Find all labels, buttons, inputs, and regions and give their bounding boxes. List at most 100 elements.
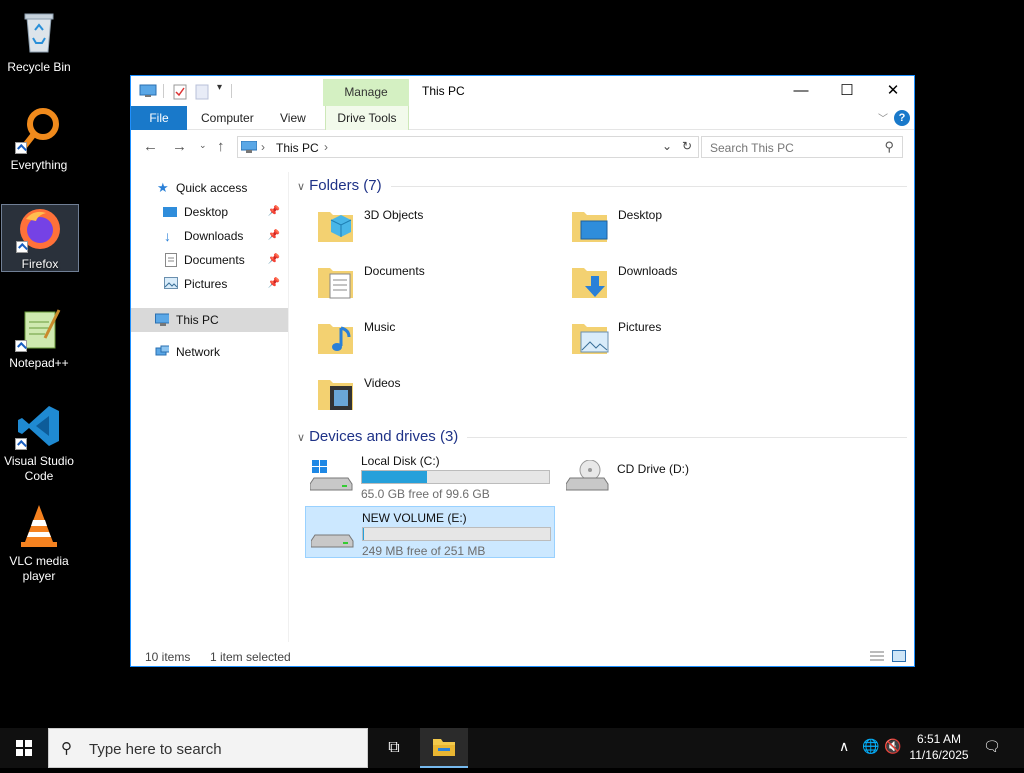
search-input[interactable]: Search This PC ⚲: [701, 136, 903, 158]
downloads-arrow-icon: ↓: [164, 228, 171, 244]
clock[interactable]: 6:51 AM 11/16/2025: [900, 731, 978, 763]
folder-downloads[interactable]: Downloads: [571, 256, 811, 306]
taskbar-search-box[interactable]: ⚲ Type here to search: [48, 728, 368, 768]
folder-documents[interactable]: Documents: [317, 256, 557, 306]
folder-name: 3D Objects: [364, 208, 424, 222]
desktop-icon-label: Recycle Bin: [7, 60, 71, 74]
nav-label: Quick access: [176, 181, 248, 195]
devices-group-header[interactable]: ∨ Devices and drives (3): [297, 428, 458, 450]
properties-icon[interactable]: [173, 84, 187, 100]
tab-file[interactable]: File: [131, 106, 187, 130]
nav-item-quick-access[interactable]: ★ Quick access: [131, 176, 288, 200]
desktop-icon-label: Visual Studio Code: [4, 454, 74, 483]
expand-ribbon-icon[interactable]: ﹀: [878, 110, 888, 125]
tab-computer[interactable]: Computer: [193, 106, 262, 130]
windows-logo-icon: [16, 740, 32, 756]
folder-name: Videos: [364, 376, 401, 390]
drive-free-space: 65.0 GB free of 99.6 GB: [361, 487, 490, 501]
show-hidden-icons-icon[interactable]: ∧: [839, 738, 849, 755]
downloads-folder-icon: [572, 268, 607, 298]
everything-search-icon: [15, 106, 63, 154]
new-folder-icon[interactable]: [195, 84, 209, 100]
videos-folder-icon: [318, 380, 353, 410]
back-arrow-icon[interactable]: ←: [143, 138, 158, 155]
nav-item-downloads[interactable]: ↓ Downloads 📌: [131, 224, 288, 248]
drive-cd-drive-d[interactable]: CD Drive (D:): [561, 450, 811, 502]
desktop-icon-vscode[interactable]: Visual Studio Code: [0, 402, 78, 484]
file-explorer-window: ▾ Manage This PC — ☐ ✕ File Computer Vie…: [130, 75, 915, 667]
pictures-icon: [164, 277, 178, 289]
clock-date: 11/16/2025: [909, 748, 969, 762]
breadcrumb-this-pc[interactable]: This PC: [276, 141, 319, 155]
navigation-pane: ★ Quick access Desktop 📌 ↓ Downloads 📌 D…: [131, 172, 289, 642]
desktop-icon-notepad-plus-plus[interactable]: Notepad++: [0, 304, 78, 371]
network-globe-icon[interactable]: 🌐: [862, 738, 879, 755]
taskbar-file-explorer-button[interactable]: [420, 728, 468, 768]
desktop-icon-firefox[interactable]: Firefox: [1, 204, 79, 272]
customize-quick-access-icon[interactable]: ▾: [217, 82, 222, 93]
breadcrumb-chevron-icon: ›: [261, 140, 265, 154]
desktop-folder-icon: [163, 207, 177, 217]
address-bar[interactable]: › This PC › ⌄ ↻: [237, 136, 699, 158]
vlc-icon: [15, 502, 63, 550]
nav-label: Pictures: [184, 277, 228, 291]
up-arrow-icon[interactable]: ↑: [217, 138, 225, 155]
shortcut-arrow-icon: [15, 438, 27, 450]
drive-local-disk-c[interactable]: Local Disk (C:) 65.0 GB free of 99.6 GB: [305, 450, 555, 502]
folder-videos[interactable]: Videos: [317, 368, 557, 418]
drive-new-volume-e[interactable]: NEW VOLUME (E:) 249 MB free of 251 MB: [305, 506, 555, 558]
desktop-icon-recycle-bin[interactable]: Recycle Bin: [0, 8, 78, 75]
nav-item-this-pc[interactable]: This PC: [131, 308, 288, 332]
tab-manage[interactable]: Manage: [323, 79, 409, 106]
group-title: Folders (7): [309, 177, 382, 194]
nav-item-network[interactable]: Network: [131, 340, 288, 364]
address-row: ← → ⌄ ↑ › This PC › ⌄ ↻ Search This PC ⚲: [131, 132, 914, 162]
desktop-icon-everything[interactable]: Everything: [0, 106, 78, 173]
minimize-button[interactable]: —: [778, 76, 824, 106]
folder-pictures[interactable]: Pictures: [571, 312, 811, 362]
address-dropdown-icon[interactable]: ⌄: [662, 139, 672, 153]
taskbar-search-placeholder: Type here to search: [89, 741, 222, 758]
start-button[interactable]: [0, 728, 48, 768]
folder-3d-objects[interactable]: 3D Objects: [317, 200, 557, 250]
volume-muted-icon[interactable]: 🔇: [884, 738, 901, 755]
desktop-icon-vlc[interactable]: VLC media player: [0, 502, 78, 584]
maximize-button[interactable]: ☐: [824, 76, 870, 106]
large-icons-view-icon[interactable]: [892, 650, 906, 662]
folders-group-header[interactable]: ∨ Folders (7): [297, 177, 382, 199]
forward-arrow-icon[interactable]: →: [172, 138, 187, 155]
notepad-plus-plus-icon: [15, 304, 63, 352]
close-button[interactable]: ✕: [870, 76, 916, 106]
nav-item-pictures[interactable]: Pictures 📌: [131, 272, 288, 296]
help-icon[interactable]: ?: [894, 110, 910, 126]
music-folder-icon: [318, 324, 353, 354]
folder-name: Downloads: [618, 264, 678, 278]
breadcrumb-chevron-icon[interactable]: ›: [324, 140, 328, 154]
pin-icon: 📌: [267, 230, 280, 241]
details-view-icon[interactable]: [870, 650, 884, 662]
pin-icon: 📌: [267, 206, 280, 217]
chevron-down-icon: ∨: [297, 432, 306, 444]
network-icon: [155, 345, 169, 356]
title-bar[interactable]: ▾ Manage This PC — ☐ ✕: [131, 76, 914, 106]
nav-label: This PC: [176, 313, 219, 327]
folder-music[interactable]: Music: [317, 312, 557, 362]
nav-item-documents[interactable]: Documents 📌: [131, 248, 288, 272]
folder-desktop[interactable]: Desktop: [571, 200, 811, 250]
nav-label: Documents: [184, 253, 245, 267]
desktop-icon-label: Firefox: [21, 257, 59, 271]
drive-icon: [311, 534, 354, 548]
pin-icon: 📌: [267, 278, 280, 289]
group-divider: [467, 437, 907, 438]
pin-icon: 📌: [267, 254, 280, 265]
recent-locations-icon[interactable]: ⌄: [199, 140, 207, 151]
tab-view[interactable]: View: [272, 106, 314, 130]
nav-item-desktop[interactable]: Desktop 📌: [131, 200, 288, 224]
computer-icon: [155, 313, 169, 326]
tab-drive-tools[interactable]: Drive Tools: [325, 106, 409, 130]
action-center-icon[interactable]: 🗨: [983, 738, 1001, 755]
content-pane: ∨ Folders (7) 3D Objects Desktop Document…: [291, 172, 911, 642]
refresh-icon[interactable]: ↻: [682, 139, 692, 153]
task-view-icon[interactable]: ⧉: [376, 728, 412, 768]
drive-name: Local Disk (C:): [361, 454, 440, 468]
